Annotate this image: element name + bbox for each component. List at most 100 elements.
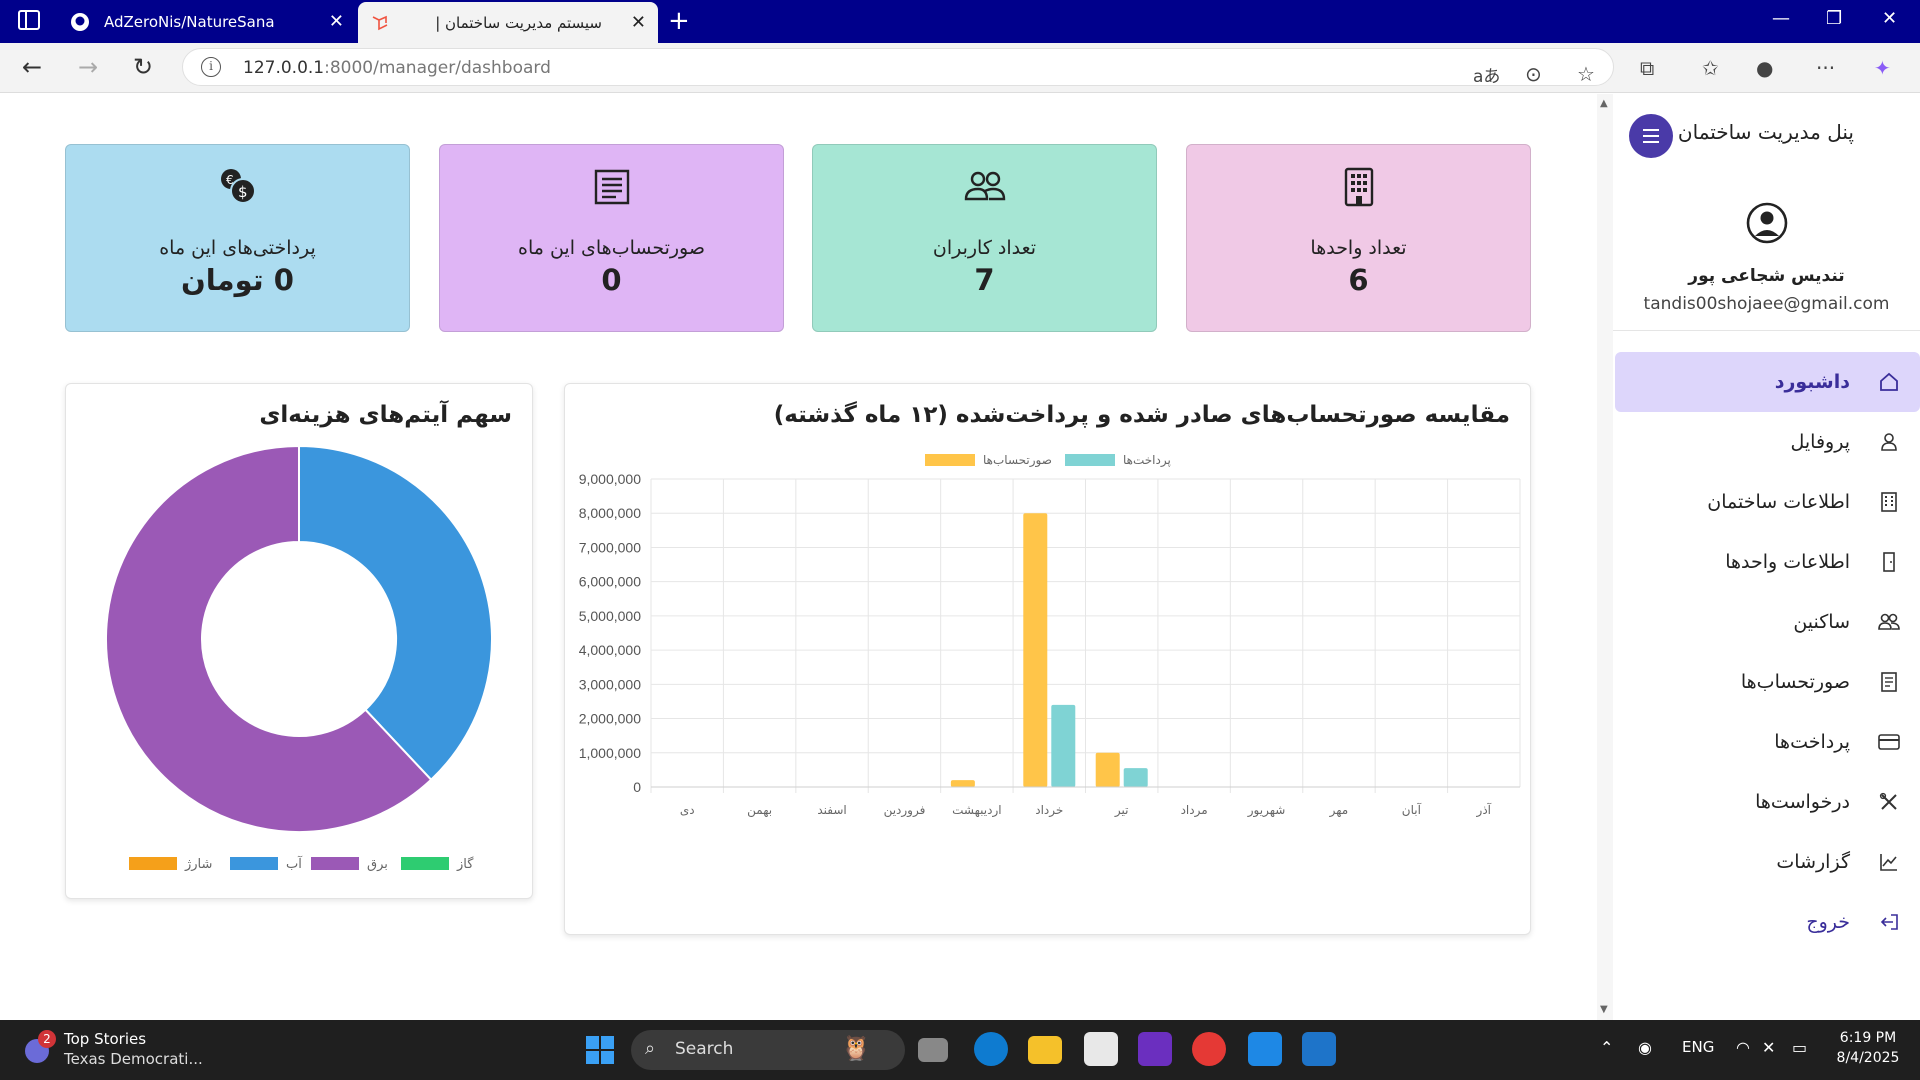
tray-chevron-icon[interactable]: ⌃ [1600,1038,1613,1057]
x-tick-label: دی [680,803,695,817]
settings-more-icon[interactable]: ··· [1816,56,1835,80]
avatar-icon [1746,202,1788,244]
windows-start-icon[interactable] [586,1036,614,1068]
legend-label: صورتحساب‌ها [983,454,1052,468]
sidebar-item-profile[interactable]: پروفایل [1615,412,1920,472]
y-tick-label: 5,000,000 [579,608,641,624]
forward-icon[interactable]: → [78,53,98,81]
vscode-icon[interactable] [1302,1032,1336,1066]
donut-chart: شارژ آب برق گاز [105,444,493,872]
y-tick-label: 7,000,000 [579,539,641,555]
tray-network-alert-icon[interactable]: ◉ [1638,1038,1652,1057]
x-tick-label: مهر [1329,803,1349,818]
url-field[interactable]: i 127.0.0.1:8000/manager/dashboard aあ ⊙ … [182,48,1614,87]
tab-github[interactable]: AdZeroNis/NatureSana ✕ [58,0,356,43]
edge-icon[interactable] [974,1032,1008,1066]
x-tick-label: خرداد [1035,803,1063,818]
pie-chart-panel: سهم آیتم‌های هزینه‌ای شارژ آب برق گاز [65,383,533,899]
close-icon[interactable]: ✕ [329,11,344,32]
more-dots-icon[interactable]: ⊙ [1525,62,1542,86]
reload-icon[interactable]: ↻ [133,53,153,81]
sidebar-item-label: داشبورد [1774,371,1850,393]
owl-icon: 🦉 [841,1034,871,1062]
window-close-icon[interactable]: ✕ [1882,8,1897,29]
sidebar-item-reports[interactable]: گزارشات [1615,832,1920,892]
sidebar-item-invoices[interactable]: صورتحساب‌ها [1615,652,1920,712]
sidebar-toggle-icon[interactable] [18,10,40,30]
tab-title: سیستم مدیریت ساختمان | [435,13,602,32]
file-explorer-icon[interactable] [1028,1036,1062,1064]
x-tick-label: شهریور [1247,803,1286,818]
maximize-icon[interactable]: ❐ [1826,8,1842,29]
sidebar: پنل مدیریت ساختمان تندیس شجاعی پور tandi… [1613,94,1920,1020]
profile-icon[interactable]: ● [1756,56,1773,80]
task-view-icon[interactable] [918,1038,948,1062]
payments-card: € $ پرداختی‌های این ماه 0 تومان [65,144,410,332]
scroll-down-icon[interactable]: ▼ [1600,1004,1608,1015]
new-tab-icon[interactable]: + [668,6,690,36]
x-tick-label: اسفند [817,803,846,817]
donut-slice-1 [298,444,493,782]
date: 8/4/2025 [1836,1050,1900,1066]
back-icon[interactable]: ← [22,53,42,81]
sidebar-item-units[interactable]: اطلاعات واحدها [1615,532,1920,592]
tab-dashboard[interactable]: سیستم مدیریت ساختمان | ✕ [358,2,658,43]
invoice-icon [1878,671,1900,693]
legend-swatch [1065,454,1115,466]
users-value: 7 [974,263,995,297]
sidebar-item-label: درخواست‌ها [1755,791,1850,813]
sidebar-item-logout[interactable]: خروج [1615,892,1920,952]
visual-studio-icon[interactable] [1138,1032,1172,1066]
sidebar-item-label: اطلاعات ساختمان [1707,491,1850,513]
address-bar: ← → ↻ i 127.0.0.1:8000/manager/dashboard… [0,43,1920,93]
users-card: تعداد کاربران 7 [812,144,1157,332]
people-icon [1878,611,1900,633]
chart-icon [1878,851,1900,873]
legend-swatch [311,857,359,870]
favorite-star-icon[interactable]: ☆ [1577,62,1595,86]
y-tick-label: 9,000,000 [579,471,641,487]
tab-title: AdZeroNis/NatureSana [104,12,275,31]
taskbar: 2 Top Stories Texas Democrati... ⌕ Searc… [0,1020,1920,1080]
sidebar-item-payments[interactable]: پرداخت‌ها [1615,712,1920,772]
sidebar-item-dashboard[interactable]: داشبورد [1615,352,1920,412]
y-tick-label: 4,000,000 [579,642,641,658]
taskbar-search[interactable]: ⌕ Search 🦉 [631,1030,905,1070]
svg-text:$: $ [238,183,248,201]
search-label: Search [675,1039,734,1059]
user-icon [1878,431,1900,453]
legend-swatch [230,857,278,870]
menu-toggle-button[interactable] [1629,114,1673,158]
clock[interactable]: 6:19 PM 8/4/2025 [1836,1030,1900,1066]
bar-chart-title: مقایسه صورتحساب‌های صادر شده و پرداخت‌شد… [773,402,1510,428]
browser-tab-bar: AdZeroNis/NatureSana ✕ سیستم مدیریت ساخت… [0,0,1920,43]
scroll-up-icon[interactable]: ▲ [1600,98,1608,109]
news-title: Top Stories [64,1030,147,1048]
sidebar-item-building[interactable]: اطلاعات ساختمان [1615,472,1920,532]
extensions-icon[interactable]: ⧉ [1640,56,1654,80]
y-tick-label: 8,000,000 [579,505,641,521]
copilot-icon[interactable]: ✦ [1874,56,1891,80]
volume-muted-icon[interactable]: ✕ [1762,1038,1775,1057]
legend-label: گاز [456,856,474,872]
chrome-icon[interactable] [1192,1032,1226,1066]
store-icon[interactable] [1084,1032,1118,1066]
info-icon[interactable]: i [201,57,221,77]
battery-icon[interactable]: ▭ [1792,1038,1807,1057]
y-tick-label: 3,000,000 [579,676,641,692]
legend-label: برق [367,857,388,872]
legend-swatch [401,857,449,870]
close-icon[interactable]: ✕ [631,12,646,33]
read-aloud-icon[interactable]: aあ [1473,62,1500,87]
wifi-icon[interactable]: ◠ [1736,1038,1750,1057]
building-icon [1878,491,1900,513]
home-icon [1878,371,1900,393]
sidebar-item-residents[interactable]: ساکنین [1615,592,1920,652]
sidebar-item-requests[interactable]: درخواست‌ها [1615,772,1920,832]
language-indicator[interactable]: ENG [1682,1038,1714,1056]
sidebar-item-label: ساکنین [1793,611,1850,633]
page-scrollbar[interactable]: ▲ ▼ [1597,94,1613,1020]
edge-dev-icon[interactable] [1248,1032,1282,1066]
favorites-icon[interactable]: ✩ [1702,56,1719,80]
minimize-icon[interactable]: — [1772,8,1790,29]
